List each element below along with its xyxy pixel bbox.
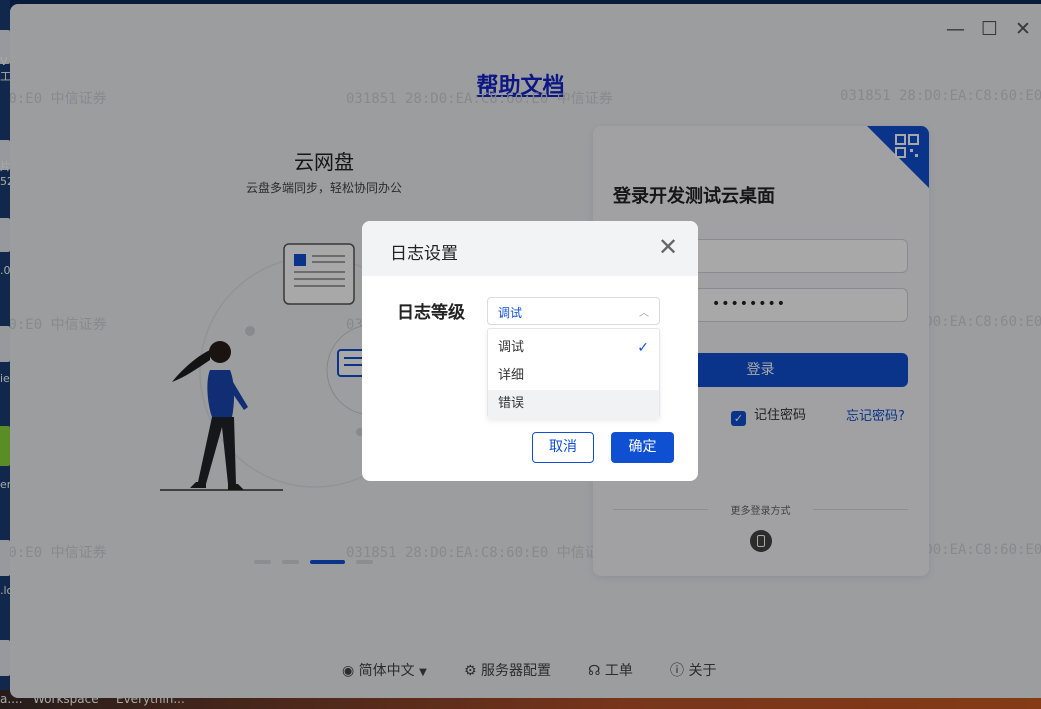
option-label: 详细 <box>498 368 525 383</box>
log-level-dropdown: 调试 ✓ 详细 错误 <box>487 328 660 418</box>
option-label: 错误 <box>498 396 525 411</box>
log-settings-dialog: 日志设置 ✕ 日志等级 调试 ︿ 调试 ✓ 详细 错误 取消 确定 <box>362 221 698 481</box>
cancel-button[interactable]: 取消 <box>532 432 594 463</box>
log-level-select[interactable]: 调试 ︿ <box>487 297 660 325</box>
log-level-label: 日志等级 <box>397 303 465 323</box>
check-icon: ✓ <box>637 340 649 356</box>
chevron-up-icon: ︿ <box>639 308 649 319</box>
dialog-title: 日志设置 <box>390 244 458 264</box>
option-debug[interactable]: 调试 ✓ <box>488 334 659 362</box>
option-error[interactable]: 错误 <box>488 390 659 418</box>
select-value: 调试 <box>498 306 523 320</box>
close-icon[interactable]: ✕ <box>658 235 678 259</box>
option-verbose[interactable]: 详细 <box>488 362 659 390</box>
confirm-button[interactable]: 确定 <box>611 432 674 463</box>
option-label: 调试 <box>498 340 525 355</box>
